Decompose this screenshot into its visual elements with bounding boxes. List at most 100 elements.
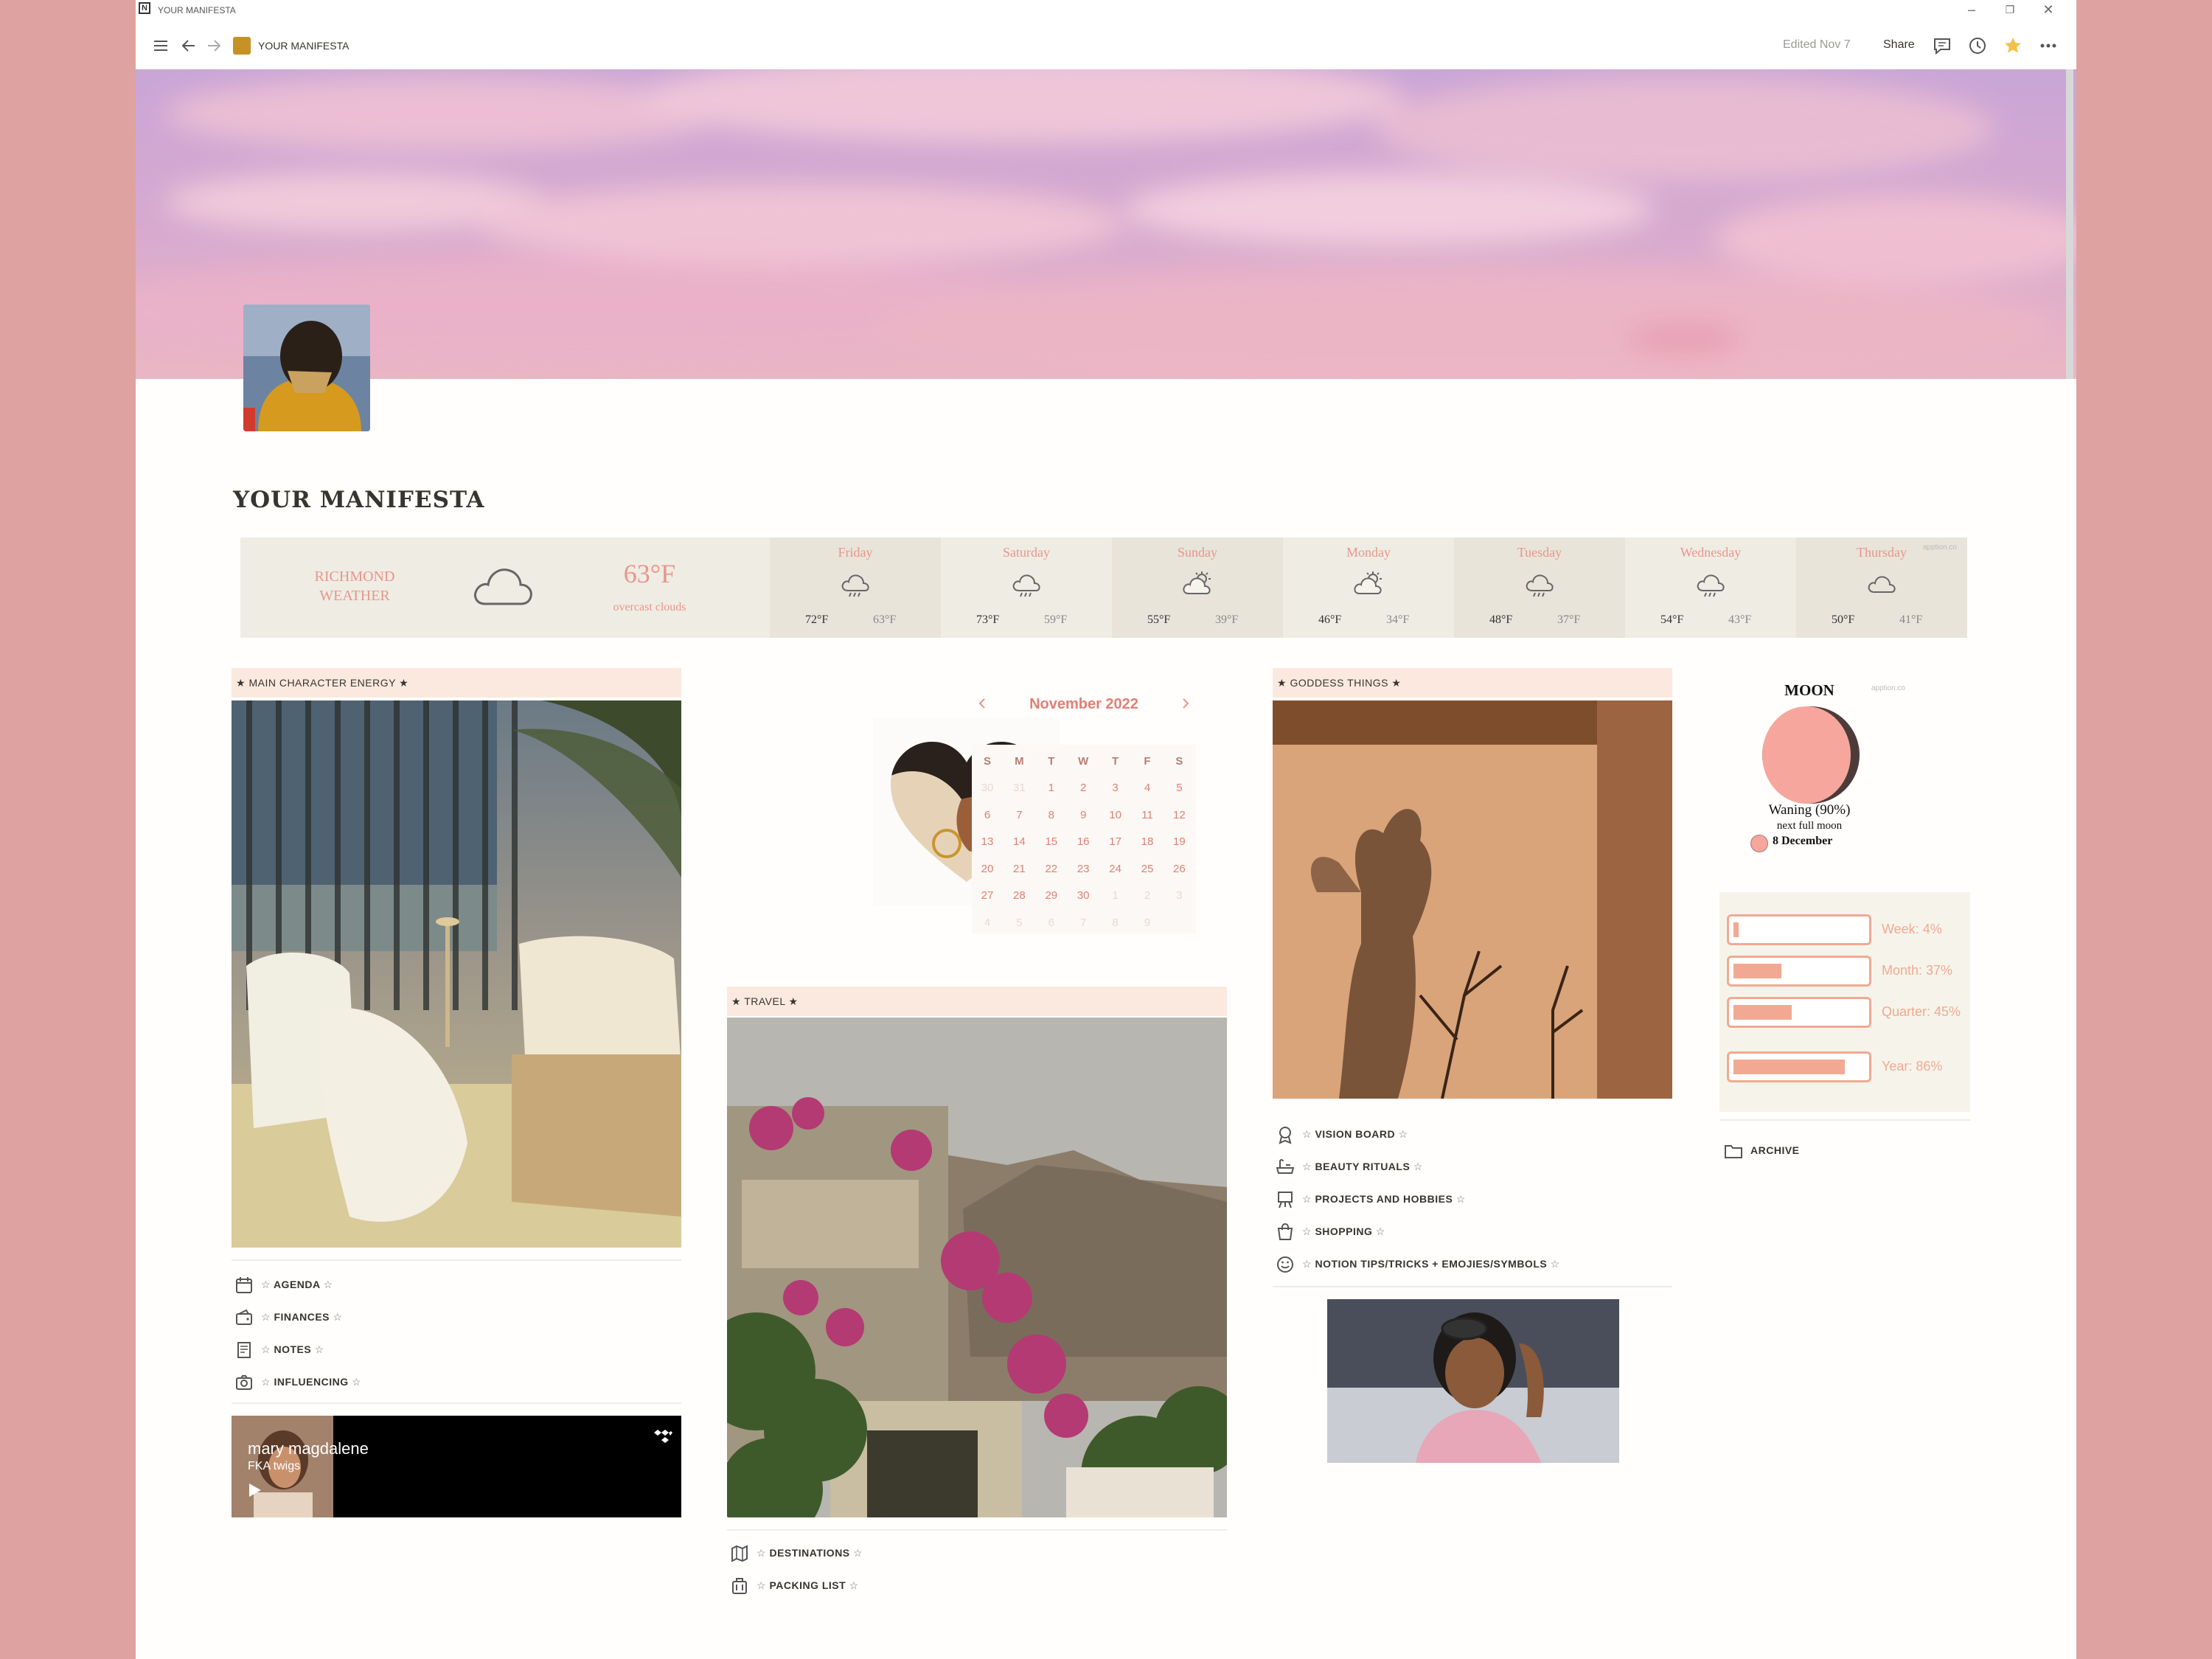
goddess-photo[interactable]	[1273, 700, 1672, 1099]
breadcrumb[interactable]: YOUR MANIFESTA	[258, 40, 349, 52]
calendar-day[interactable]: 8	[1100, 917, 1131, 929]
calendar-day[interactable]: 19	[1164, 835, 1194, 848]
star-prefix: ☆	[1302, 1258, 1312, 1270]
calendar-day[interactable]: 9	[1068, 809, 1099, 821]
star-prefix: ☆	[1302, 1193, 1312, 1205]
calendar-day[interactable]: 4	[972, 917, 1003, 929]
calendar-day[interactable]: 12	[1164, 809, 1194, 821]
calendar-day[interactable]: 7	[1004, 809, 1034, 821]
calendar-day[interactable]: 4	[1132, 782, 1163, 794]
calendar-day[interactable]: 10	[1100, 809, 1131, 821]
moon-credit[interactable]: apption.co	[1871, 684, 1905, 692]
calendar-day[interactable]: 18	[1132, 835, 1163, 848]
section-header-main-character: ★ MAIN CHARACTER ENERGY ★	[232, 668, 681, 698]
page-icon-avatar[interactable]	[243, 305, 370, 431]
calendar-day[interactable]: 8	[1036, 809, 1067, 821]
more-options-icon[interactable]	[2038, 35, 2059, 56]
page-link-influencing[interactable]: ☆ INFLUENCING ☆	[234, 1368, 361, 1395]
tidal-logo-icon[interactable]	[653, 1429, 672, 1447]
calendar-day[interactable]: 11	[1132, 809, 1163, 821]
back-arrow-icon[interactable]	[180, 37, 198, 55]
calendar-day[interactable]: 22	[1036, 863, 1067, 875]
calendar-day[interactable]: 13	[972, 835, 1003, 848]
wallet-icon	[236, 1309, 252, 1326]
forward-arrow-icon[interactable]	[205, 37, 223, 55]
calendar-day[interactable]: 31	[1004, 782, 1034, 794]
play-icon[interactable]	[248, 1482, 262, 1498]
calendar-day[interactable]: 29	[1036, 889, 1067, 902]
next-month-icon[interactable]	[1180, 698, 1192, 709]
page-link-projects-and-hobbies[interactable]: ☆ PROJECTS AND HOBBIES ☆	[1276, 1186, 1466, 1212]
character-photo[interactable]	[1327, 1299, 1619, 1463]
page-link-shopping[interactable]: ☆ SHOPPING ☆	[1276, 1218, 1385, 1245]
calendar-day[interactable]: 26	[1164, 863, 1194, 875]
calendar-day[interactable]: 30	[1068, 889, 1099, 902]
calendar-day[interactable]: 16	[1068, 835, 1099, 848]
calendar-day[interactable]: 1	[1036, 782, 1067, 794]
divider	[727, 1529, 1227, 1531]
progress-label: Month: 37%	[1882, 963, 1953, 978]
star-prefix: ☆	[1302, 1161, 1312, 1172]
luggage-icon	[732, 1578, 747, 1595]
calendar-day[interactable]: 21	[1004, 863, 1034, 875]
favorite-star-icon[interactable]	[2003, 35, 2023, 56]
main-character-photo[interactable]	[232, 700, 681, 1248]
calendar-day[interactable]: 3	[1100, 782, 1131, 794]
link-label: DESTINATIONS	[769, 1547, 850, 1559]
archive-link[interactable]: ARCHIVE	[1724, 1137, 1800, 1164]
restore-icon[interactable]: ❐	[1995, 0, 2025, 21]
page-link-packing-list[interactable]: ☆ PACKING LIST ☆	[730, 1572, 859, 1599]
calendar-day[interactable]: 5	[1164, 782, 1194, 794]
page-link-finances[interactable]: ☆ FINANCES ☆	[234, 1304, 342, 1330]
page-link-beauty-rituals[interactable]: ☆ BEAUTY RITUALS ☆	[1276, 1153, 1423, 1180]
calendar-day[interactable]: 30	[972, 782, 1003, 794]
star-suffix: ☆	[1413, 1161, 1423, 1172]
calendar-day[interactable]: 23	[1068, 863, 1099, 875]
section-header-goddess: ★ GODDESS THINGS ★	[1273, 668, 1672, 698]
page-link-notion-tips-tricks-emojies-symbols[interactable]: ☆ NOTION TIPS/TRICKS + EMOJIES/SYMBOLS ☆	[1276, 1251, 1560, 1277]
page-link-agenda[interactable]: ☆ AGENDA ☆	[234, 1271, 333, 1298]
calendar-day[interactable]: 15	[1036, 835, 1067, 848]
calendar-day[interactable]: 27	[972, 889, 1003, 902]
rain-cloud-icon	[1697, 574, 1725, 597]
star-prefix: ☆	[1302, 1128, 1312, 1140]
vertical-scrollbar[interactable]	[2066, 69, 2073, 379]
calendar-day[interactable]: 28	[1004, 889, 1034, 902]
page-title[interactable]: YOUR MANIFESTA	[233, 487, 484, 513]
calendar-day[interactable]: 17	[1100, 835, 1131, 848]
comments-icon[interactable]	[1932, 35, 1952, 56]
menu-icon[interactable]	[152, 37, 170, 55]
calendar-day[interactable]: 6	[1036, 917, 1067, 929]
updates-clock-icon[interactable]	[1967, 35, 1988, 56]
calendar-day[interactable]: 2	[1132, 889, 1163, 902]
previous-month-icon[interactable]	[976, 698, 988, 709]
calendar-day[interactable]: 1	[1100, 889, 1131, 902]
share-button[interactable]: Share	[1883, 38, 1915, 52]
calendar-day[interactable]: 7	[1068, 917, 1099, 929]
minimize-icon[interactable]: –	[1957, 0, 1986, 21]
calendar-day[interactable]: 3	[1164, 889, 1194, 902]
link-label: VISION BOARD	[1315, 1128, 1396, 1140]
calendar-day[interactable]: 25	[1132, 863, 1163, 875]
travel-photo[interactable]	[727, 1018, 1227, 1517]
calendar-day[interactable]: 14	[1004, 835, 1034, 848]
calendar-day[interactable]: 6	[972, 809, 1003, 821]
calendar-day[interactable]: 9	[1132, 917, 1163, 929]
moon-phase-text: Waning (90%)	[1768, 802, 1851, 818]
calendar-day[interactable]: 5	[1004, 917, 1034, 929]
progress-label: Year: 86%	[1882, 1059, 1943, 1074]
link-label: NOTION TIPS/TRICKS + EMOJIES/SYMBOLS	[1315, 1258, 1548, 1270]
star-suffix: ☆	[849, 1579, 859, 1591]
close-icon[interactable]: ✕	[2034, 0, 2063, 21]
music-player-embed[interactable]: mary magdalene FKA twigs	[232, 1416, 681, 1517]
page-link-destinations[interactable]: ☆ DESTINATIONS ☆	[730, 1540, 863, 1566]
weather-credit[interactable]: apption.co	[1923, 543, 1957, 552]
weekday-header: M	[1015, 755, 1024, 768]
calendar-day[interactable]: 24	[1100, 863, 1131, 875]
star-prefix: ☆	[261, 1343, 271, 1355]
calendar-day[interactable]: 2	[1068, 782, 1099, 794]
calendar-day[interactable]: 20	[972, 863, 1003, 875]
cover-image[interactable]	[136, 69, 2076, 379]
page-link-vision-board[interactable]: ☆ VISION BOARD ☆	[1276, 1121, 1408, 1147]
page-link-notes[interactable]: ☆ NOTES ☆	[234, 1336, 324, 1363]
